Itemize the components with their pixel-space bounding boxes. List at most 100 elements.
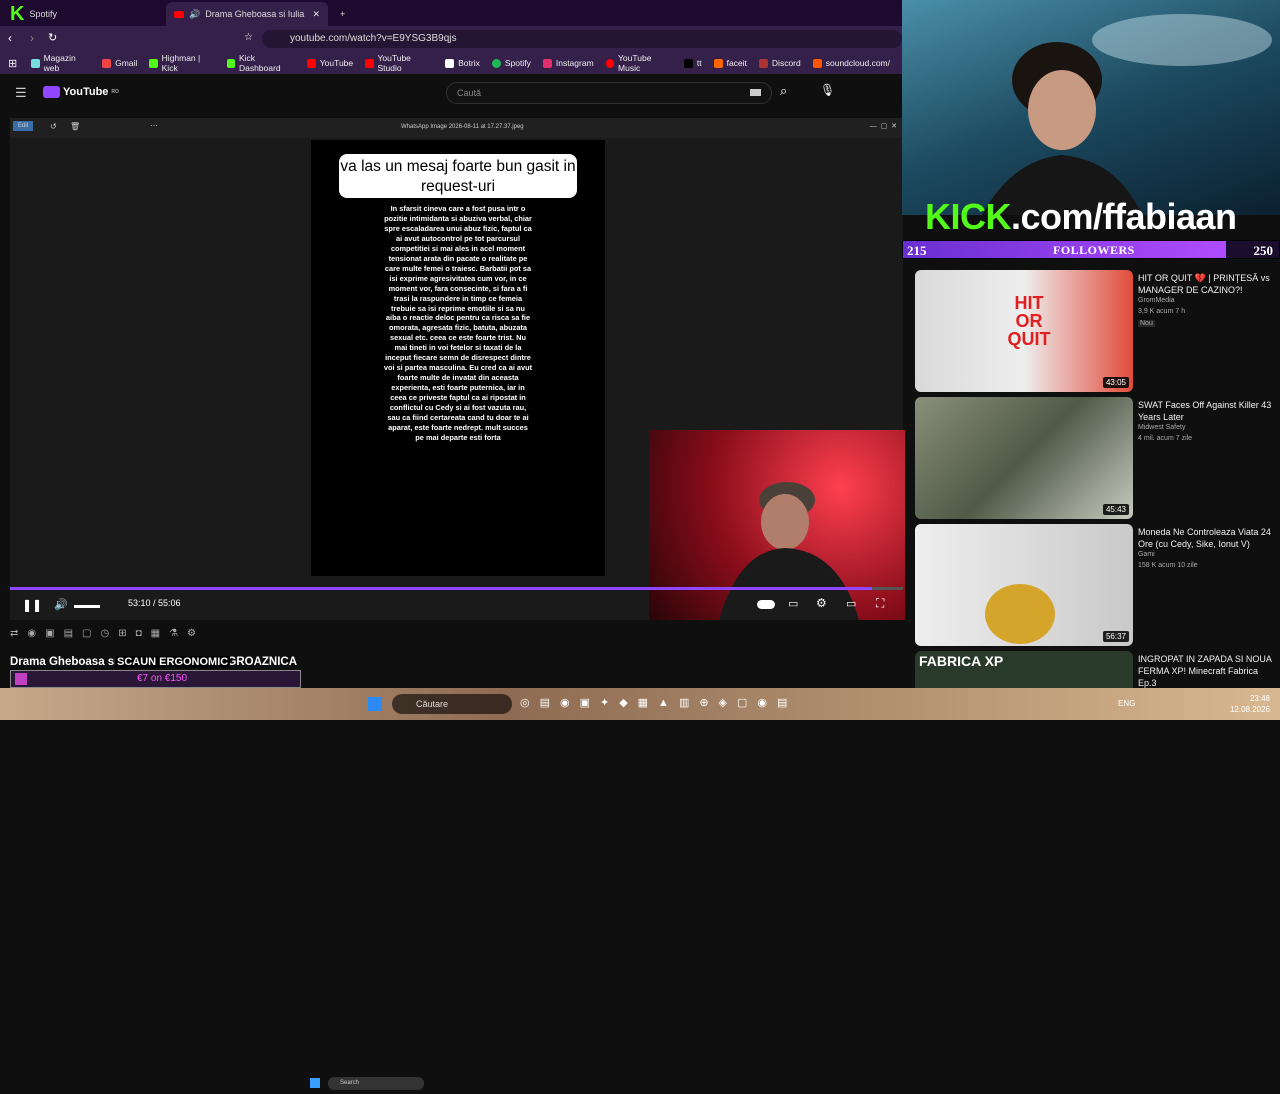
bookmark-item[interactable]: Botrix — [445, 58, 480, 68]
menu-icon[interactable]: ☰ — [15, 85, 27, 101]
bookmark-item[interactable]: Spotify — [491, 58, 531, 68]
duration-badge: 43:05 — [1102, 377, 1129, 388]
search-input[interactable]: Caută — [446, 82, 772, 104]
video-thumbnail[interactable]: HIT OR QUIT 43:05 — [915, 270, 1133, 392]
url-input[interactable]: youtube.com/watch?v=E9YSG3B9qjs — [262, 30, 902, 48]
rotate-icon[interactable]: ↺ — [50, 122, 57, 131]
progress-bar[interactable] — [10, 587, 903, 590]
player-controls: ❚❚ 🔊 53:10 / 55:06 Search ▭ ⚙ ▭ ⛶ — [10, 594, 903, 1090]
thumb-text: HIT OR QUIT — [1007, 293, 1051, 349]
subtitles-icon[interactable]: ▭ — [788, 597, 798, 610]
gear-icon[interactable]: ⚙ — [187, 628, 196, 646]
youtube-icon — [174, 10, 184, 18]
bookmark-item[interactable]: Highman | Kick — [149, 53, 214, 73]
recommendation-item[interactable]: FABRICA XP INGROPAT IN ZAPADA SI NOUA FE… — [915, 651, 1277, 688]
recommendation-item[interactable]: 45:43 SWAT Faces Off Against Killer 43 Y… — [915, 397, 1277, 519]
bookmark-item[interactable]: Gmail — [102, 58, 137, 68]
youtube-logo[interactable]: YouTube RO — [43, 86, 119, 98]
microphone-icon[interactable]: 🎙 — [820, 83, 835, 97]
apps-icon[interactable]: ⊞ — [8, 57, 17, 70]
back-icon[interactable]: ‹ — [8, 31, 12, 45]
video-player[interactable]: Edit ↺ 🗑 ··· WhatsApp Image 2026-08-11 a… — [10, 118, 905, 1090]
viewer-filename: WhatsApp Image 2026-08-11 at 17.27.37.jp… — [401, 124, 524, 130]
windows-icon — [310, 1078, 320, 1088]
bookmark-item[interactable]: YouTube Studio — [365, 53, 433, 73]
tool-icon[interactable]: ⊞ — [118, 628, 126, 646]
pause-icon[interactable]: ❚❚ — [22, 598, 42, 612]
bookmark-item[interactable]: soundcloud.com/ — [812, 58, 890, 68]
video-meta: 3,9 K acum 7 h — [1138, 308, 1186, 315]
tool-icon[interactable]: ▤ — [64, 628, 73, 646]
volume-slider[interactable] — [74, 605, 100, 608]
bookmark-item[interactable]: YouTube — [306, 58, 353, 68]
tool-icon[interactable]: ◉ — [27, 628, 36, 646]
recommendation-item[interactable]: HIT OR QUIT 43:05 HIT OR QUIT 💔 | PRINȚE… — [915, 270, 1277, 392]
bookmark-item[interactable]: Discord — [758, 58, 801, 68]
window-controls[interactable]: — ▢ ✕ — [870, 122, 897, 130]
person-silhouette — [719, 482, 859, 620]
promo-bar: €7 on €150 — [10, 670, 301, 688]
inner-taskbar: Search — [310, 1074, 650, 1094]
windows-taskbar: Căutare ◎▤◉▣✦◆▦▲▥⊕◈▢◉▤ ENG 23:48 12.08.2… — [0, 688, 1280, 720]
webcam-feed — [902, 0, 1280, 215]
settings-icon[interactable]: ⚙ — [816, 596, 827, 610]
tool-icon[interactable]: ⚗ — [169, 628, 178, 646]
bookmark-item[interactable]: YouTube Music — [605, 53, 672, 73]
video-meta: 158 K acum 10 zile — [1138, 562, 1198, 569]
tab-label: Spotify — [29, 9, 57, 19]
reload-icon[interactable]: ↻ — [48, 31, 57, 44]
language-indicator[interactable]: ENG — [1118, 699, 1135, 708]
bookmark-item[interactable]: Magazin web — [31, 53, 90, 73]
followers-goal-bar: 215 FOLLOWERS 250 — [902, 240, 1280, 259]
browser-tab-bar: K Spotify 🔊 Drama Gheboasa si Iulia SCS … — [0, 0, 902, 26]
more-icon[interactable]: ··· — [150, 121, 158, 130]
taskbar-apps[interactable]: ◎▤◉▣✦◆▦▲▥⊕◈▢◉▤ — [520, 696, 797, 709]
whatsapp-image: va las un mesaj foarte bun gasit in requ… — [311, 140, 605, 576]
tab-label: Drama Gheboasa si Iulia SCS — [205, 9, 305, 19]
volume-icon[interactable]: 🔊 — [54, 598, 68, 611]
fullscreen-icon[interactable]: ⛶ — [876, 596, 884, 611]
bookmark-item[interactable]: Instagram — [542, 58, 594, 68]
theater-icon[interactable]: ▭ — [846, 597, 856, 610]
tool-icon[interactable]: ▢ — [82, 628, 91, 646]
tool-icon[interactable]: ▦ — [151, 628, 160, 646]
tool-icon[interactable]: ◷ — [100, 628, 109, 646]
close-icon[interactable]: ✕ — [312, 9, 320, 20]
forward-icon[interactable]: › — [30, 31, 34, 45]
image-viewer-toolbar: Edit ↺ 🗑 ··· WhatsApp Image 2026-08-11 a… — [10, 118, 903, 138]
tab-spotify[interactable]: K Spotify — [2, 2, 162, 26]
channel-name[interactable]: GromMedia — [1138, 297, 1175, 304]
bookmark-icon[interactable]: ☆ — [244, 32, 253, 43]
taskbar-search[interactable]: Căutare — [392, 694, 512, 714]
bookmarks-bar: ⊞ Magazin web Gmail Highman | Kick Kick … — [0, 52, 902, 74]
video-thumbnail[interactable]: 45:43 — [915, 397, 1133, 519]
video-thumbnail[interactable]: 56:37 — [915, 524, 1133, 646]
new-tab-button[interactable]: + — [332, 2, 353, 26]
progress-fill — [10, 587, 872, 590]
streamer-camera — [649, 430, 905, 620]
bookmark-item[interactable]: tt — [683, 58, 702, 68]
address-bar: ‹ › ↻ ☆ youtube.com/watch?v=E9YSG3B9qjs — [0, 26, 902, 52]
search-icon[interactable]: ⌕ — [780, 83, 787, 99]
thumb-text: FABRICA XP — [919, 653, 1004, 669]
bookmark-item[interactable]: faceit — [713, 58, 747, 68]
bookmark-item[interactable]: Kick Dashboard — [226, 53, 295, 73]
autoplay-toggle[interactable] — [757, 600, 775, 609]
tool-icon[interactable]: ⇄ — [10, 628, 18, 646]
channel-name[interactable]: Midwest Safety — [1138, 424, 1185, 431]
keyboard-icon[interactable] — [750, 89, 761, 96]
video-thumbnail[interactable]: FABRICA XP — [915, 651, 1133, 688]
taskbar-clock[interactable]: 23:48 12.08.2026 — [1230, 693, 1270, 715]
message-body: In sfarsit cineva care a fost pusa intr … — [383, 204, 533, 442]
start-icon[interactable] — [368, 697, 382, 711]
delete-icon[interactable]: 🗑 — [70, 122, 80, 131]
camera-icon[interactable]: ◘ — [136, 628, 142, 646]
channel-name[interactable]: Gami — [1138, 551, 1155, 558]
tab-active[interactable]: 🔊 Drama Gheboasa si Iulia SCS ✕ — [166, 2, 328, 26]
duration-badge: 45:43 — [1102, 504, 1129, 515]
kick-logo: K — [10, 2, 25, 25]
new-badge: Nou — [1138, 320, 1155, 327]
edit-button[interactable]: Edit — [13, 121, 34, 131]
tool-icon[interactable]: ▣ — [45, 628, 54, 646]
recommendation-item[interactable]: 56:37 Moneda Ne Controleaza Viata 24 Ore… — [915, 524, 1277, 646]
